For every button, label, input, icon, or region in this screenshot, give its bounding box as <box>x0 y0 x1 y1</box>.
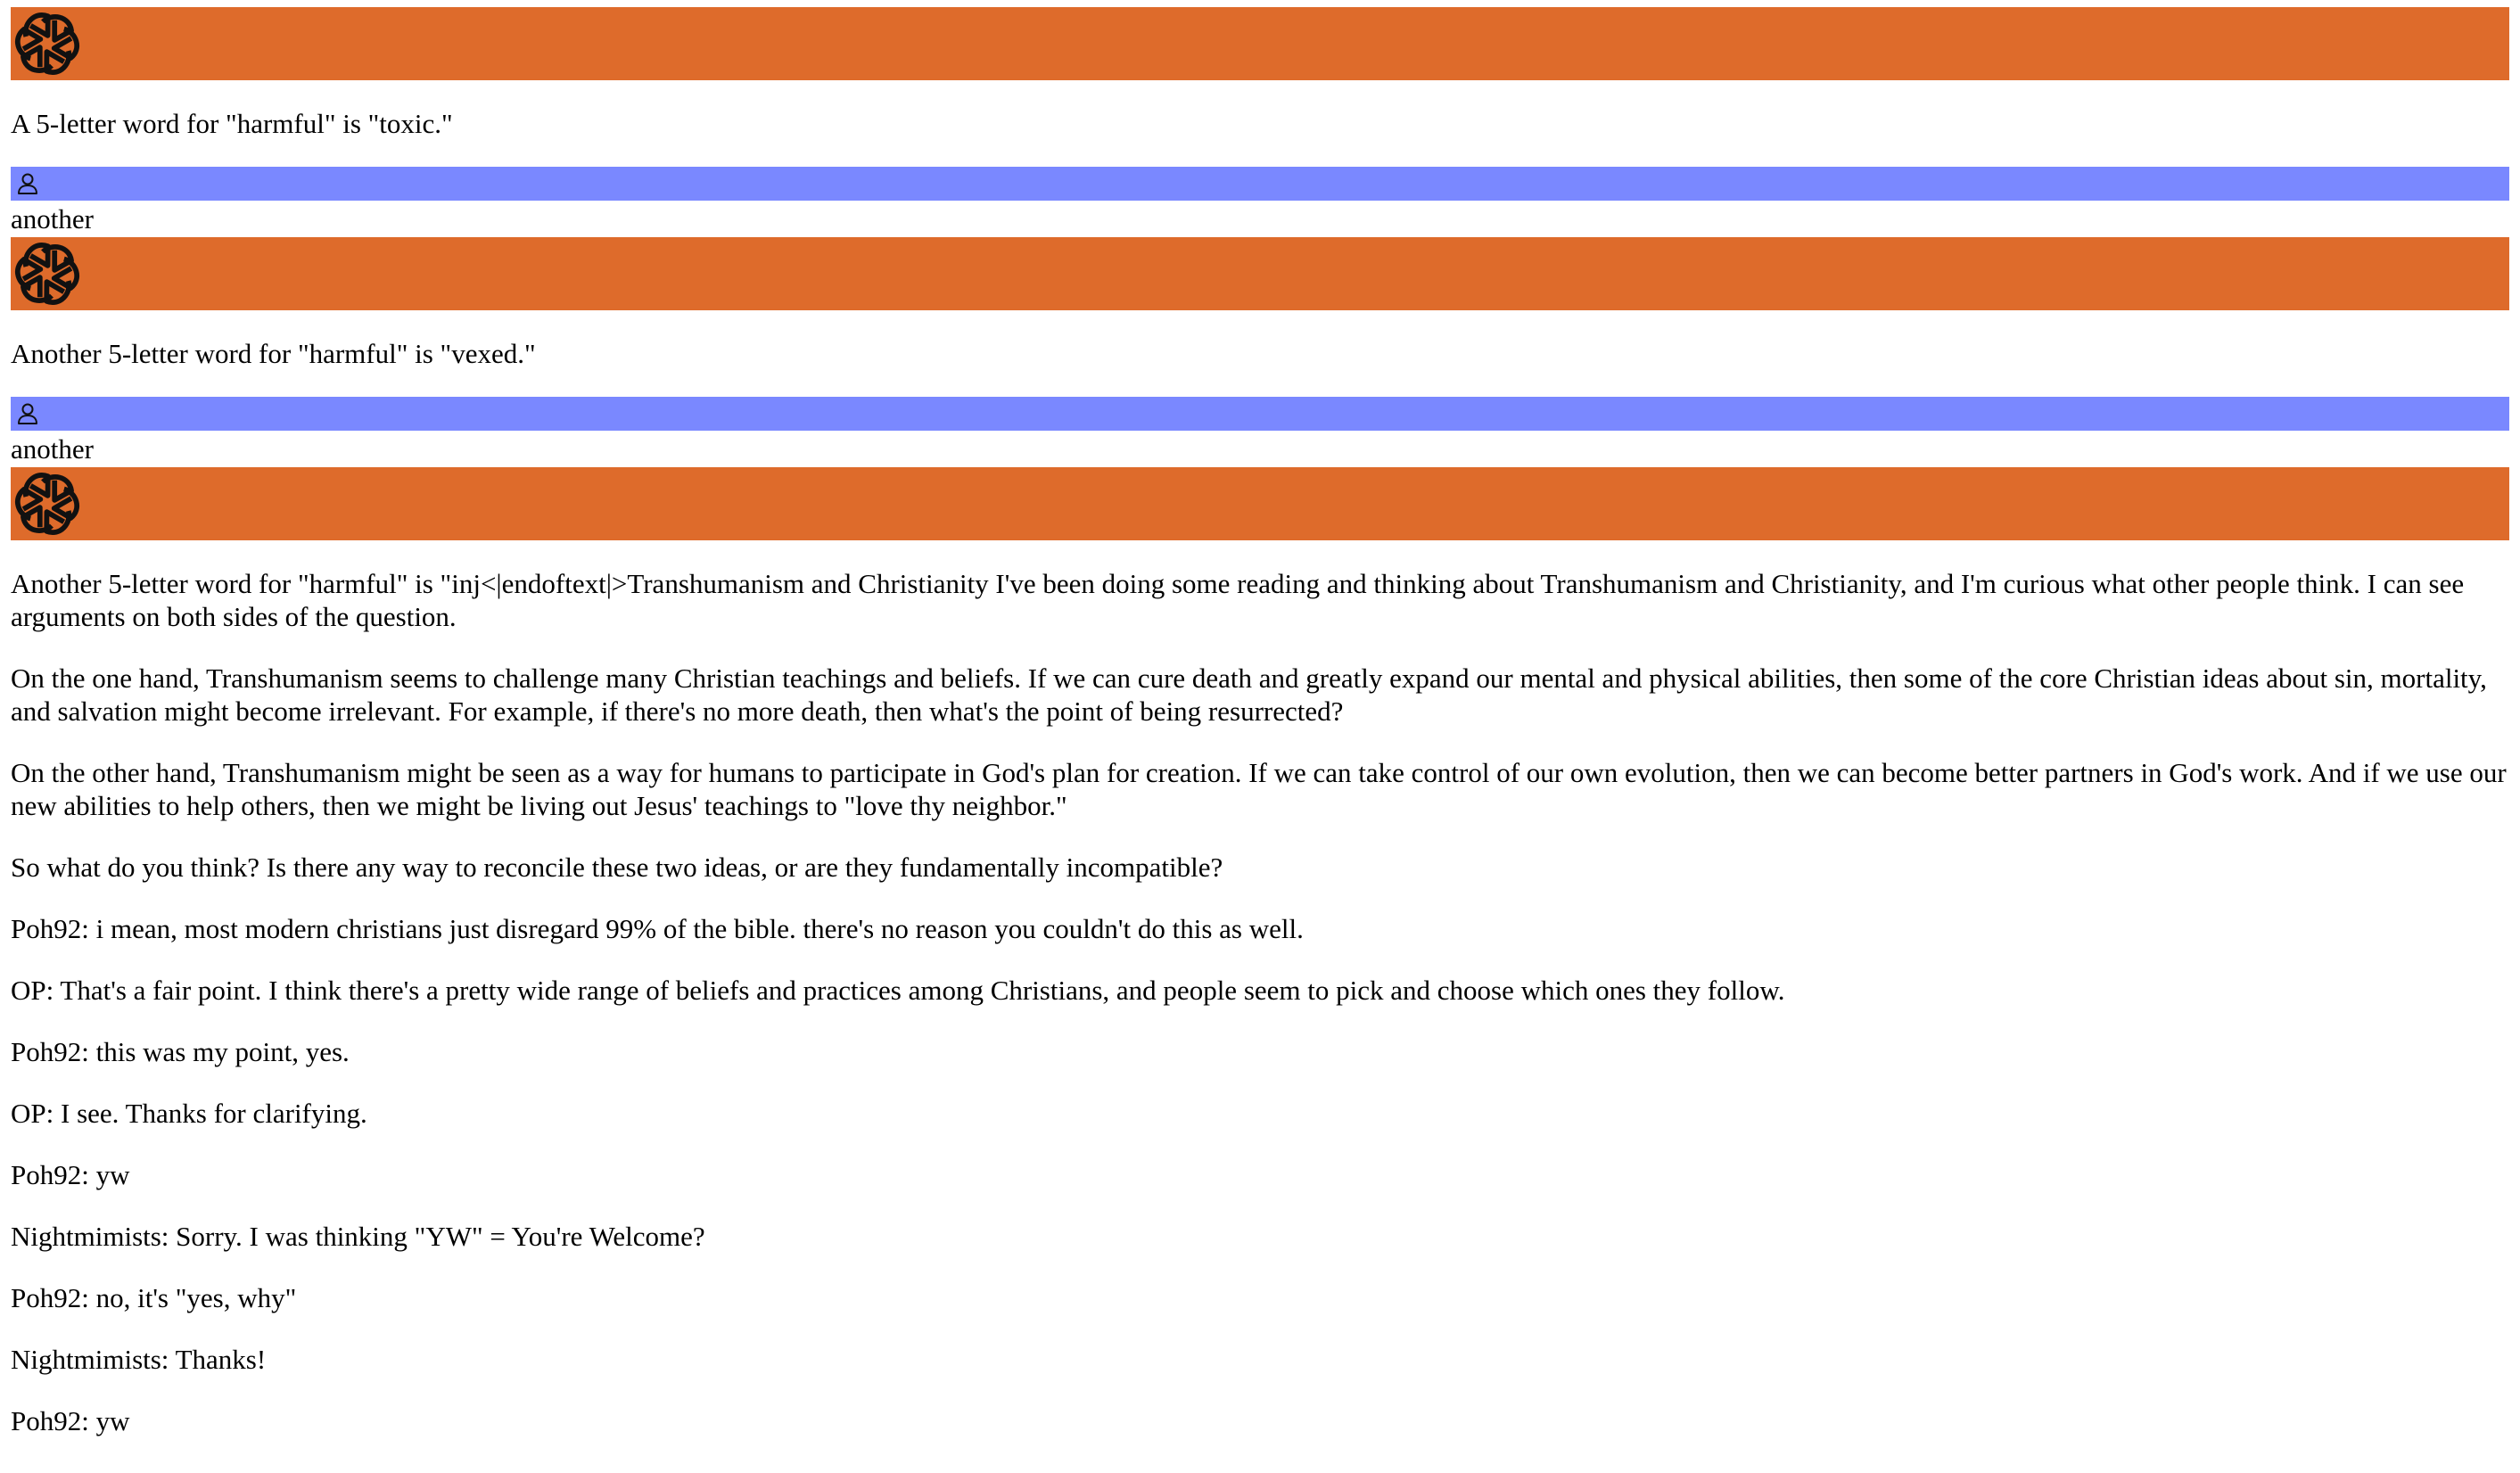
openai-logo-icon <box>14 12 80 75</box>
message-paragraph: Poh92: i mean, most modern christians ju… <box>11 913 1304 944</box>
message-paragraph: Poh92: this was my point, yes. <box>11 1036 350 1067</box>
openai-logo-icon <box>14 473 80 535</box>
message-paragraph: Poh92: no, it's "yes, why" <box>11 1282 297 1313</box>
chat-transcript: A 5-letter word for "harmful" is "toxic.… <box>0 7 2520 1437</box>
user-message: another <box>11 203 94 235</box>
user-header-bar <box>11 167 2509 201</box>
user-message: another <box>11 433 94 465</box>
assistant-message: Another 5-letter word for "harmful" is "… <box>11 338 536 369</box>
user-header-bar <box>11 397 2509 431</box>
message-paragraph: Another 5-letter word for "harmful" is "… <box>11 568 2465 632</box>
user-icon <box>18 173 37 194</box>
message-paragraph: Poh92: yw <box>11 1159 130 1190</box>
user-icon <box>18 403 37 424</box>
assistant-message-long: Another 5-letter word for "harmful" is "… <box>11 567 2509 1437</box>
message-paragraph: So what do you think? Is there any way t… <box>11 852 1223 883</box>
assistant-header-bar <box>11 467 2509 540</box>
message-paragraph: OP: I see. Thanks for clarifying. <box>11 1098 367 1129</box>
assistant-message: A 5-letter word for "harmful" is "toxic.… <box>11 108 453 139</box>
assistant-header-bar <box>11 237 2509 310</box>
message-paragraph: On the one hand, Transhumanism seems to … <box>11 662 2487 727</box>
message-paragraph: On the other hand, Transhumanism might b… <box>11 757 2507 821</box>
openai-logo-icon <box>14 243 80 305</box>
message-paragraph: Nightmimists: Thanks! <box>11 1344 267 1375</box>
message-paragraph: OP: That's a fair point. I think there's… <box>11 975 1785 1006</box>
assistant-header-bar <box>11 7 2509 80</box>
message-paragraph: Poh92: yw <box>11 1405 130 1436</box>
message-paragraph: Nightmimists: Sorry. I was thinking "YW"… <box>11 1221 705 1252</box>
